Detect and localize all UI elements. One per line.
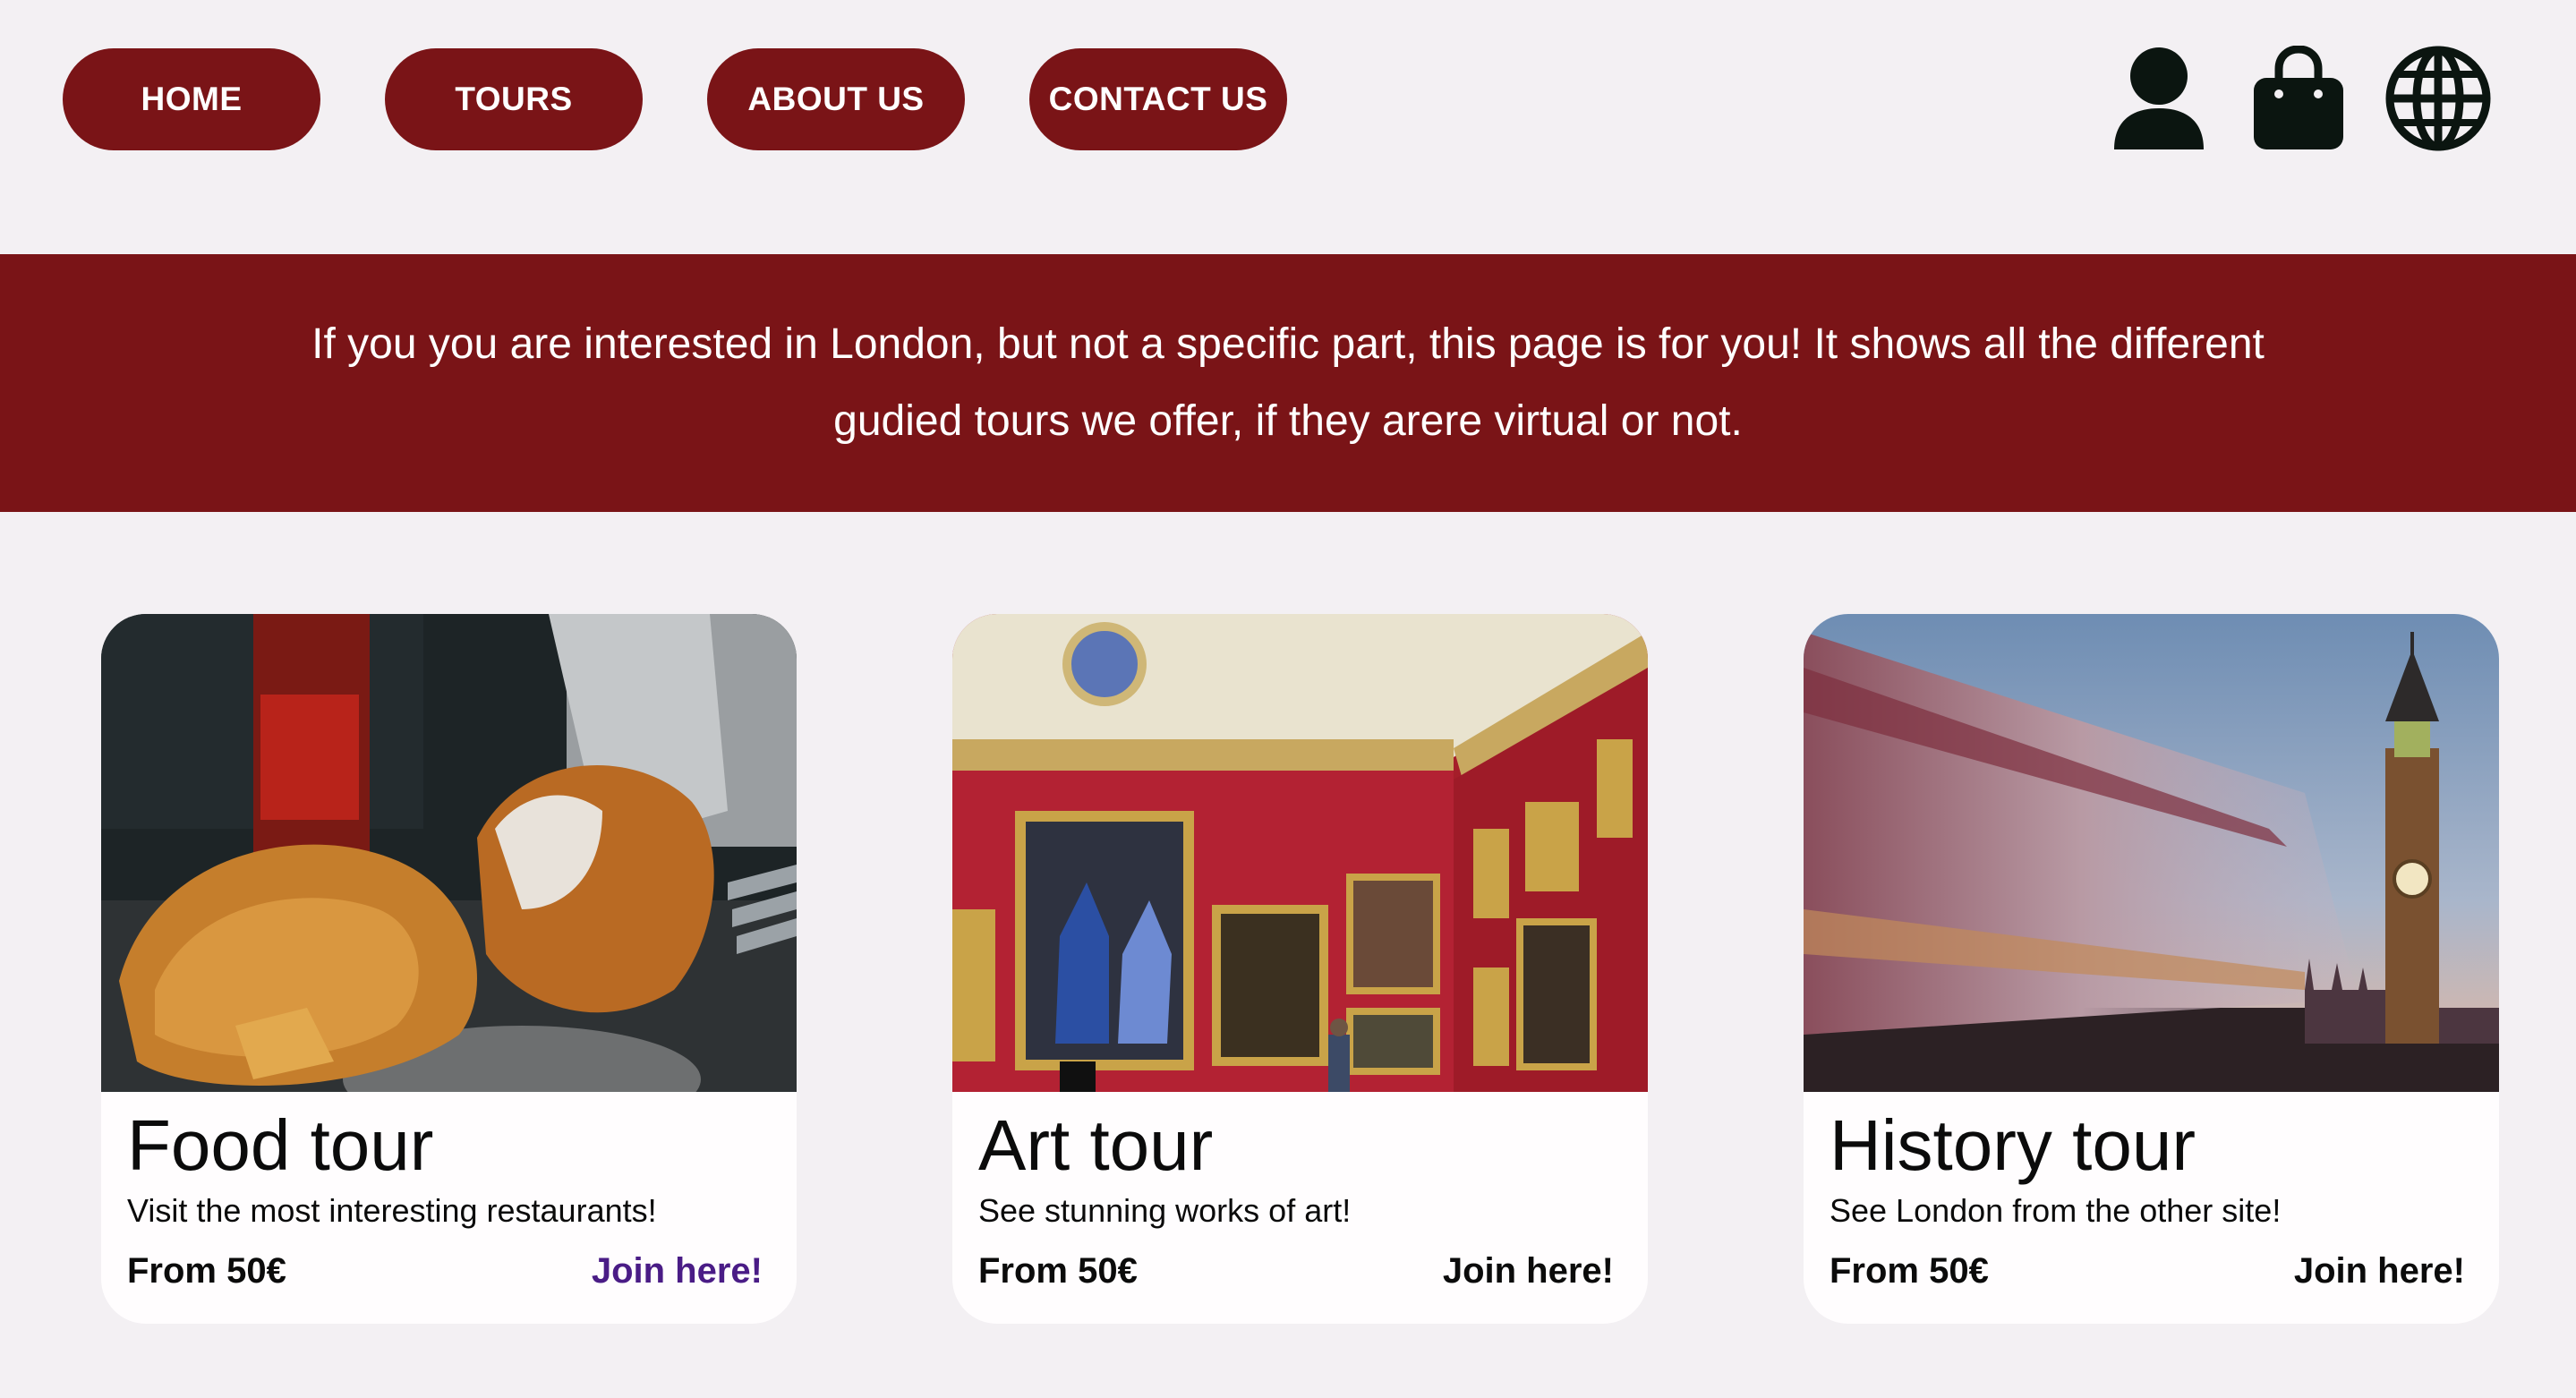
- card-title: Art tour: [978, 1105, 1214, 1185]
- tour-card-food: Food tour Visit the most interesting res…: [101, 614, 797, 1324]
- card-price: From 50€: [1830, 1251, 1989, 1291]
- join-food-tour-link[interactable]: Join here!: [592, 1251, 763, 1291]
- card-body: Food tour Visit the most interesting res…: [127, 1092, 763, 1324]
- card-description: See London from the other site!: [1830, 1192, 2282, 1229]
- shopping-bag-icon[interactable]: [2245, 45, 2352, 152]
- card-description: Visit the most interesting restaurants!: [127, 1192, 657, 1229]
- big-ben-bus-photo: [1804, 614, 2499, 1092]
- globe-icon[interactable]: [2384, 45, 2492, 152]
- nav-home-button[interactable]: HOME: [63, 48, 320, 150]
- card-title: Food tour: [127, 1105, 434, 1185]
- card-description: See stunning works of art!: [978, 1192, 1352, 1229]
- card-price: From 50€: [127, 1251, 286, 1291]
- card-body: History tour See London from the other s…: [1830, 1092, 2465, 1324]
- user-icon[interactable]: [2105, 45, 2213, 152]
- fish-and-chips-photo: [101, 614, 797, 1092]
- join-art-tour-link[interactable]: Join here!: [1443, 1251, 1614, 1291]
- main-nav: HOME TOURS ABOUT US CONTACT US: [63, 48, 1287, 150]
- intro-banner: If you you are interested in London, but…: [0, 254, 2576, 512]
- intro-text: If you you are interested in London, but…: [311, 320, 2265, 445]
- nav-contact-us-button[interactable]: CONTACT US: [1029, 48, 1287, 150]
- header-icons: [2105, 45, 2492, 152]
- tour-card-history: History tour See London from the other s…: [1804, 614, 2499, 1324]
- nav-about-us-button[interactable]: ABOUT US: [707, 48, 965, 150]
- join-history-tour-link[interactable]: Join here!: [2294, 1251, 2465, 1291]
- card-title: History tour: [1830, 1105, 2196, 1185]
- tour-card-art: Art tour See stunning works of art! From…: [952, 614, 1648, 1324]
- card-body: Art tour See stunning works of art! From…: [978, 1092, 1614, 1324]
- nav-tours-button[interactable]: TOURS: [385, 48, 643, 150]
- tour-cards: Food tour Visit the most interesting res…: [101, 614, 2499, 1324]
- art-gallery-photo: [952, 614, 1648, 1092]
- card-price: From 50€: [978, 1251, 1138, 1291]
